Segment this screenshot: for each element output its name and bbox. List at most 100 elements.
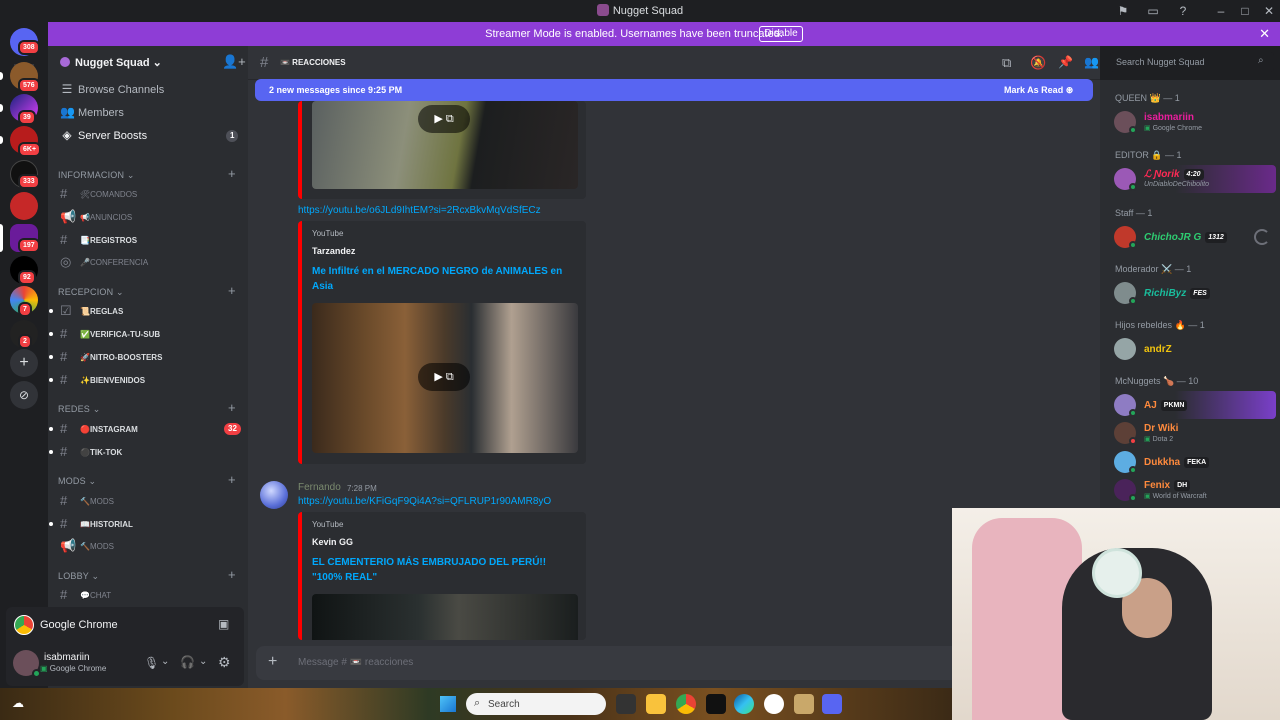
discover-icon[interactable]: ⊘ [10, 381, 38, 409]
category-recepcion[interactable]: RECEPCION ⌄ [58, 287, 124, 298]
channel-anuncios[interactable]: 📢 📢anuncios [56, 207, 240, 227]
video-thumbnail[interactable]: ▶ ⧉ [312, 101, 578, 189]
member-item[interactable]: ChichoJR G 1312 [1108, 223, 1276, 251]
video-thumbnail[interactable] [312, 594, 578, 640]
help-icon[interactable]: ? [1175, 3, 1191, 19]
app-icon[interactable] [794, 694, 814, 714]
inbox-flag-icon[interactable]: ⚑ [1115, 3, 1131, 19]
message-timestamp: 7:28 PM [347, 484, 377, 493]
obs-icon[interactable] [764, 694, 784, 714]
channel-comandos[interactable]: # 🛠comandos [56, 184, 240, 204]
minimize-button[interactable]: – [1213, 3, 1229, 19]
embed-author[interactable]: Kevin GG [312, 537, 353, 547]
message-input[interactable]: Message # 📼 reacciones [298, 657, 413, 668]
member-item[interactable]: isabmariin ▣ Google Chrome [1108, 108, 1276, 136]
headphones-icon[interactable]: 🎧 [180, 655, 195, 669]
channel-mods-announce[interactable]: 📢 🔨mods [56, 536, 240, 556]
message-link[interactable]: https://youtu.be/KFiGqF9Qi4A?si=QFLRUP1r… [298, 496, 551, 507]
play-icon[interactable]: ▶ ⧉ [418, 105, 470, 133]
channel-tik-tok[interactable]: # ⚫tik-tok [49, 442, 240, 462]
member-item[interactable]: Dukkha FEKA [1108, 448, 1276, 476]
chevron-down-icon[interactable]: ⌄ [161, 656, 169, 667]
channel-conferencia[interactable]: ◎ 🎤conferencia [56, 252, 240, 272]
embed-provider[interactable]: YouTube [312, 520, 343, 529]
server-icon[interactable] [10, 192, 38, 220]
channel-chat[interactable]: # 💬chat [56, 585, 240, 605]
server-name-header[interactable]: Nugget Squad ⌄ [60, 56, 162, 69]
server-logo-icon [596, 4, 609, 16]
disable-streamer-button[interactable]: Disable [759, 26, 803, 42]
channel-registros[interactable]: # 📑registros [56, 230, 240, 250]
members-nav[interactable]: 👥 Members [56, 102, 240, 124]
start-button[interactable] [440, 696, 456, 712]
add-channel-icon[interactable]: + [228, 567, 236, 582]
member-item[interactable]: AJ PKMN [1108, 391, 1276, 419]
channel-historial[interactable]: # 📖historial [49, 514, 240, 534]
embed-title[interactable]: Me Infiltré en el MERCADO NEGRO de ANIMA… [312, 264, 572, 294]
notifications-muted-icon[interactable]: 🔕 [1030, 55, 1046, 71]
browse-channels[interactable]: ☰ Browse Channels [56, 79, 240, 101]
mark-as-read-button[interactable]: Mark As Read ⊛ [1004, 85, 1073, 96]
file-explorer-icon[interactable] [646, 694, 666, 714]
threads-icon[interactable]: ⧉ [1002, 55, 1011, 71]
role-header: Staff — 1 [1115, 208, 1153, 218]
member-item[interactable]: Dr Wiki ▣ Dota 2 [1108, 419, 1276, 447]
member-item[interactable]: RichiByz FES [1108, 279, 1276, 307]
discord-taskbar-icon[interactable] [822, 694, 842, 714]
task-view-icon[interactable] [616, 694, 636, 714]
embed-provider[interactable]: YouTube [312, 229, 343, 238]
invite-icon[interactable]: 👤+ [222, 54, 246, 70]
new-messages-text: 2 new messages since 9:25 PM [269, 85, 403, 95]
close-window-button[interactable]: ✕ [1261, 3, 1277, 19]
channel-reglas[interactable]: ☑ 📜reglas [49, 301, 240, 321]
server-boosts[interactable]: ◈ Server Boosts 1 [56, 125, 240, 147]
server-badge: 6K+ [18, 142, 42, 157]
play-icon[interactable]: ▶ ⧉ [418, 363, 470, 391]
category-mods[interactable]: MODS ⌄ [58, 476, 96, 487]
close-banner-icon[interactable]: ✕ [1259, 26, 1270, 42]
embed-author[interactable]: Tarzandez [312, 246, 355, 256]
channel-instagram[interactable]: # 🔴instagram 32 [49, 419, 241, 439]
add-server-button[interactable]: + [10, 349, 38, 377]
maximize-button[interactable]: □ [1237, 3, 1253, 19]
video-thumbnail[interactable]: ▶ ⧉ [312, 303, 578, 453]
edge-icon[interactable] [734, 694, 754, 714]
channel-verifica-tu-sub[interactable]: # ✅verifica-tu-sub [49, 324, 240, 344]
channel-bienvenidos[interactable]: # ✨bienvenidos [49, 370, 240, 390]
add-attachment-icon[interactable]: + [268, 653, 277, 671]
weather-icon[interactable]: ☁ [12, 696, 24, 710]
pin-icon[interactable]: 📌 [1058, 55, 1073, 69]
avatar[interactable] [260, 481, 288, 509]
category-redes[interactable]: REDES ⌄ [58, 404, 100, 415]
microphone-icon[interactable]: 🎙 [144, 656, 159, 670]
category-informacion[interactable]: INFORMACION ⌄ [58, 170, 135, 181]
settings-gear-icon[interactable]: ⚙ [218, 654, 231, 671]
message-link[interactable]: https://youtu.be/o6JLd9IhtEM?si=2RcxBkvM… [298, 205, 541, 216]
message-author[interactable]: Fernando [298, 482, 341, 493]
channel-mods[interactable]: # 🔨mods [56, 491, 240, 511]
server-badge: 576 [18, 78, 40, 93]
chrome-icon[interactable] [676, 694, 696, 714]
category-lobby[interactable]: LOBBY ⌄ [58, 571, 99, 582]
app-icon[interactable] [706, 694, 726, 714]
new-messages-bar[interactable]: 2 new messages since 9:25 PM Mark As Rea… [255, 79, 1093, 101]
add-channel-icon[interactable]: + [228, 283, 236, 298]
chevron-down-icon[interactable]: ⌄ [199, 656, 207, 667]
taskbar-search[interactable]: ⌕ Search [466, 693, 606, 715]
channel-nitro-boosters[interactable]: # 🚀nitro-boosters [49, 347, 240, 367]
member-item[interactable]: andrZ [1108, 335, 1276, 363]
add-channel-icon[interactable]: + [228, 400, 236, 415]
channel-title: 📼 reacciones [280, 58, 346, 67]
screen-share-icon[interactable]: ▭ [1145, 3, 1161, 19]
channel-sidebar: Nugget Squad ⌄ 👤+ ☰ Browse Channels 👥 Me… [48, 46, 248, 688]
search-input[interactable]: Search Nugget Squad ⌕ [1110, 52, 1274, 72]
stream-icon[interactable]: ▣ [218, 617, 229, 631]
member-list-icon[interactable]: 👥 [1084, 55, 1099, 69]
member-item[interactable]: ℒ Ɲorik 4:20 UnDiabloDeChibolito [1108, 165, 1276, 193]
os-taskbar: ☁ ⌕ Search [0, 688, 952, 720]
member-item[interactable]: Fenix DH ▣ World of Warcraft [1108, 476, 1276, 504]
add-channel-icon[interactable]: + [228, 472, 236, 487]
role-header: QUEEN 👑 — 1 [1115, 93, 1180, 103]
embed-title[interactable]: EL CEMENTERIO MÁS EMBRUJADO DEL PERÚ!! "… [312, 555, 572, 585]
add-channel-icon[interactable]: + [228, 166, 236, 181]
